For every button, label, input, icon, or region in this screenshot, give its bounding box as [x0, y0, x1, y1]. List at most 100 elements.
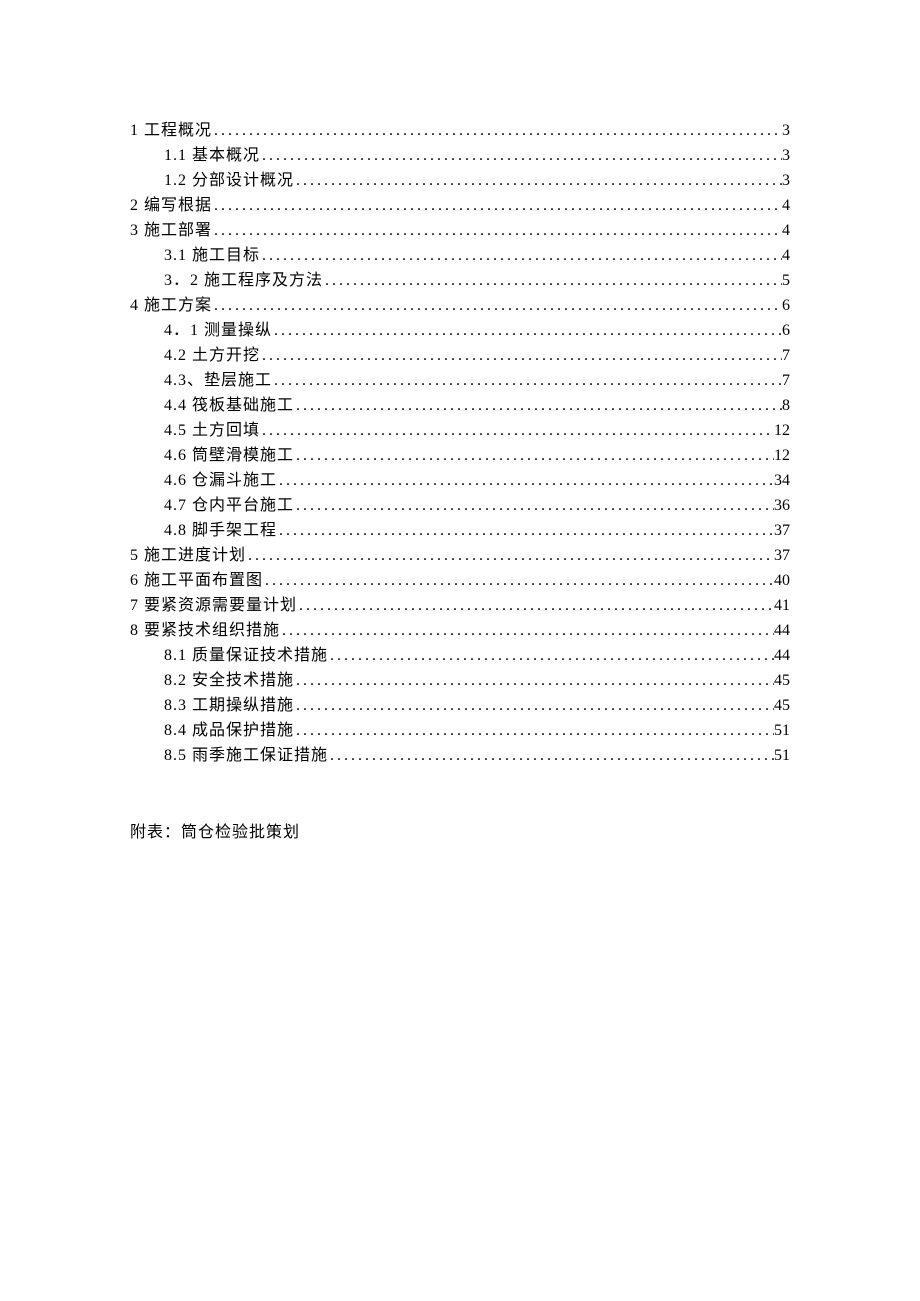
toc-entry[interactable]: 8.3 工期操纵措施 45	[130, 693, 790, 718]
toc-page-number: 3	[782, 118, 790, 143]
toc-page-number: 36	[774, 493, 790, 518]
toc-leader-dots	[294, 168, 782, 193]
toc-entry[interactable]: 4.3、垫层施工 7	[130, 368, 790, 393]
toc-title: 4 施工方案	[130, 293, 212, 318]
toc-leader-dots	[328, 643, 774, 668]
toc-entry[interactable]: 4.2 土方开挖 7	[130, 343, 790, 368]
toc-entry[interactable]: 6 施工平面布置图 40	[130, 568, 790, 593]
toc-leader-dots	[297, 593, 774, 618]
toc-title: 4.6 筒壁滑模施工	[164, 443, 294, 468]
toc-page-number: 7	[782, 343, 790, 368]
toc-title: 3 施工部署	[130, 218, 212, 243]
toc-entry[interactable]: 4.4 筏板基础施工 8	[130, 393, 790, 418]
toc-entry[interactable]: 2 编写根据 4	[130, 193, 790, 218]
toc-title: 8.5 雨季施工保证措施	[164, 743, 328, 768]
toc-page-number: 4	[782, 218, 790, 243]
toc-entry[interactable]: 4 施工方案 6	[130, 293, 790, 318]
toc-entry[interactable]: 1 工程概况 3	[130, 118, 790, 143]
toc-title: 8.1 质量保证技术措施	[164, 643, 328, 668]
toc-leader-dots	[260, 343, 782, 368]
toc-entry[interactable]: 4.6 仓漏斗施工 34	[130, 468, 790, 493]
toc-title: 4.4 筏板基础施工	[164, 393, 294, 418]
toc-entry[interactable]: 4.8 脚手架工程 37	[130, 518, 790, 543]
toc-title: 4.7 仓内平台施工	[164, 493, 294, 518]
appendix-line: 附表：筒仓检验批策划	[130, 818, 790, 842]
toc-title: 4.5 土方回填	[164, 418, 260, 443]
toc-title: 8.3 工期操纵措施	[164, 693, 294, 718]
toc-title: 4.8 脚手架工程	[164, 518, 277, 543]
toc-entry[interactable]: 8.4 成品保护措施 51	[130, 718, 790, 743]
toc-page-number: 34	[774, 468, 790, 493]
toc-leader-dots	[323, 268, 782, 293]
toc-leader-dots	[280, 618, 774, 643]
toc-page-number: 4	[782, 193, 790, 218]
toc-leader-dots	[260, 143, 782, 168]
toc-leader-dots	[328, 743, 774, 768]
toc-entry[interactable]: 8 要紧技术组织措施 44	[130, 618, 790, 643]
toc-entry[interactable]: 8.5 雨季施工保证措施 51	[130, 743, 790, 768]
toc-leader-dots	[212, 293, 782, 318]
toc-leader-dots	[212, 118, 782, 143]
toc-page-number: 5	[782, 268, 790, 293]
toc-leader-dots	[277, 518, 774, 543]
toc-leader-dots	[260, 243, 782, 268]
toc-page-number: 8	[782, 393, 790, 418]
toc-page-number: 6	[782, 293, 790, 318]
toc-entry[interactable]: 3．2 施工程序及方法 5	[130, 268, 790, 293]
toc-page-number: 45	[774, 668, 790, 693]
toc-title: 8.2 安全技术措施	[164, 668, 294, 693]
toc-title: 1 工程概况	[130, 118, 212, 143]
toc-leader-dots	[272, 368, 782, 393]
toc-entry[interactable]: 7 要紧资源需要量计划 41	[130, 593, 790, 618]
toc-leader-dots	[272, 318, 782, 343]
toc-leader-dots	[246, 543, 774, 568]
toc-leader-dots	[212, 193, 782, 218]
toc-page-number: 37	[774, 543, 790, 568]
toc-entry[interactable]: 4．1 测量操纵 6	[130, 318, 790, 343]
toc-leader-dots	[294, 718, 774, 743]
toc-title: 4.2 土方开挖	[164, 343, 260, 368]
toc-entry[interactable]: 4.5 土方回填 12	[130, 418, 790, 443]
toc-leader-dots	[294, 693, 774, 718]
toc-page-number: 41	[774, 593, 790, 618]
toc-title: 3．2 施工程序及方法	[164, 268, 323, 293]
toc-entry[interactable]: 8.1 质量保证技术措施 44	[130, 643, 790, 668]
toc-page-number: 51	[774, 743, 790, 768]
toc-leader-dots	[212, 218, 782, 243]
toc-leader-dots	[294, 393, 782, 418]
toc-page-number: 37	[774, 518, 790, 543]
toc-page-number: 44	[774, 643, 790, 668]
toc-page-number: 12	[774, 418, 790, 443]
toc-leader-dots	[260, 418, 774, 443]
toc-page-number: 40	[774, 568, 790, 593]
toc-page-number: 12	[774, 443, 790, 468]
toc-entry[interactable]: 1.2 分部设计概况 3	[130, 168, 790, 193]
toc-title: 7 要紧资源需要量计划	[130, 593, 297, 618]
toc-title: 3.1 施工目标	[164, 243, 260, 268]
toc-entry[interactable]: 8.2 安全技术措施 45	[130, 668, 790, 693]
toc-leader-dots	[277, 468, 774, 493]
toc-entry[interactable]: 4.7 仓内平台施工 36	[130, 493, 790, 518]
toc-leader-dots	[263, 568, 774, 593]
toc-page-number: 3	[782, 168, 790, 193]
toc-title: 8 要紧技术组织措施	[130, 618, 280, 643]
toc-leader-dots	[294, 668, 774, 693]
toc-title: 4.6 仓漏斗施工	[164, 468, 277, 493]
toc-page-number: 7	[782, 368, 790, 393]
toc-entry[interactable]: 3.1 施工目标 4	[130, 243, 790, 268]
toc-entry[interactable]: 5 施工进度计划 37	[130, 543, 790, 568]
toc-page-number: 4	[782, 243, 790, 268]
toc-page-number: 6	[782, 318, 790, 343]
toc-entry[interactable]: 1.1 基本概况 3	[130, 143, 790, 168]
toc-leader-dots	[294, 493, 774, 518]
toc-title: 8.4 成品保护措施	[164, 718, 294, 743]
toc-entry[interactable]: 3 施工部署 4	[130, 218, 790, 243]
toc-entry[interactable]: 4.6 筒壁滑模施工 12	[130, 443, 790, 468]
table-of-contents: 1 工程概况 3 1.1 基本概况 3 1.2 分部设计概况 3 2 编写根据 …	[130, 118, 790, 768]
toc-title: 4.3、垫层施工	[164, 368, 272, 393]
toc-page-number: 44	[774, 618, 790, 643]
toc-page-number: 51	[774, 718, 790, 743]
toc-title: 6 施工平面布置图	[130, 568, 263, 593]
toc-title: 1.1 基本概况	[164, 143, 260, 168]
toc-page-number: 3	[782, 143, 790, 168]
